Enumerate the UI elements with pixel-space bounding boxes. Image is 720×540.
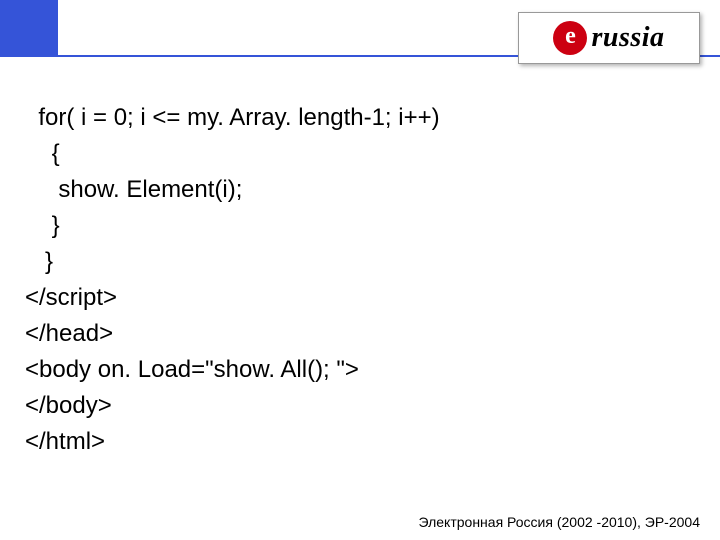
code-line: for( i = 0; i <= my. Array. length-1; i+… (25, 104, 440, 131)
code-line: </body> (25, 392, 112, 419)
code-line: } (25, 248, 53, 275)
slide: russia for( i = 0; i <= my. Array. lengt… (0, 0, 720, 540)
code-line: <body on. Load="show. All(); "> (25, 356, 359, 383)
code-line: </head> (25, 320, 113, 347)
code-line: show. Element(i); (25, 176, 242, 203)
footer-text: Электронная Россия (2002 -2010), ЭР-2004 (419, 514, 701, 530)
code-line: </script> (25, 284, 117, 311)
logo-text: russia (591, 22, 664, 54)
logo-badge-icon (553, 21, 587, 55)
code-block: for( i = 0; i <= my. Array. length-1; i+… (25, 100, 700, 460)
code-line: } (25, 212, 60, 239)
code-line: { (25, 140, 60, 167)
logo-e-russia: russia (518, 12, 700, 64)
code-line: </html> (25, 428, 105, 455)
header-accent-box (0, 0, 58, 55)
